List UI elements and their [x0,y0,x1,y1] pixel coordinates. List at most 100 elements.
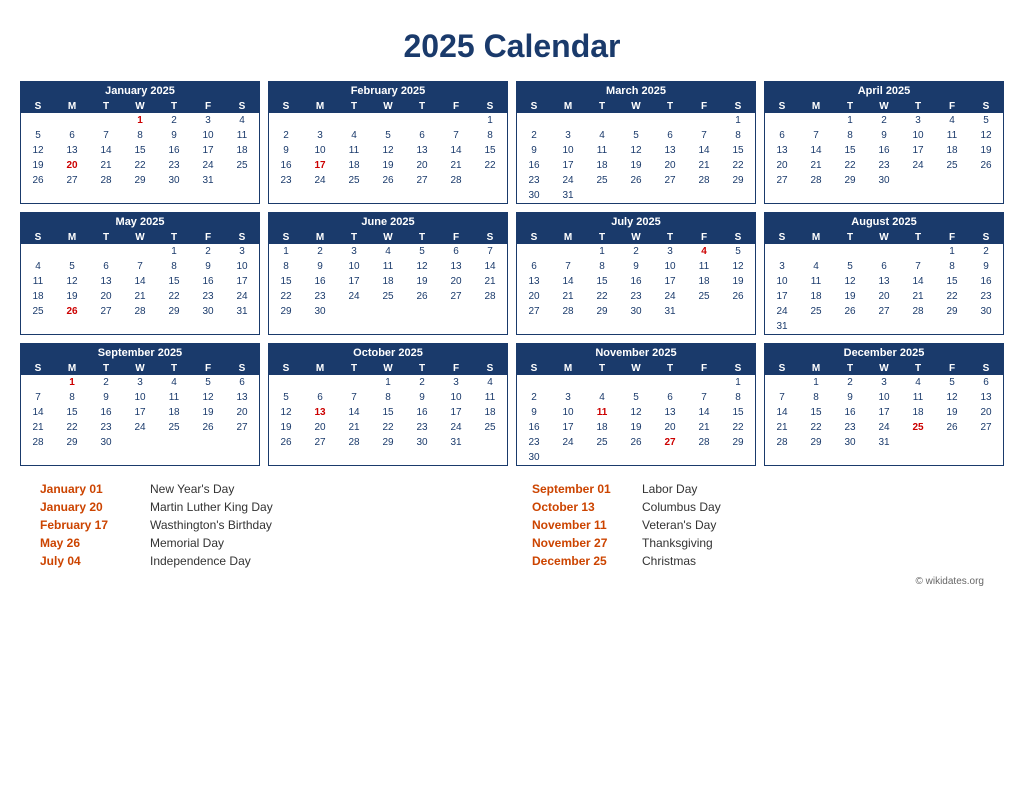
day-cell [157,435,191,450]
day-cell: 30 [517,188,551,203]
day-cell: 25 [687,289,721,304]
day-header: T [901,231,935,244]
day-cell: 18 [935,143,969,158]
month-table: SMTWTFS123456789101112131415161718192021… [269,231,507,319]
copyright: © wikidates.org [20,576,1004,587]
day-cell: 10 [551,405,585,420]
day-header: M [55,231,89,244]
month-block: July 2025SMTWTFS123456789101112131415161… [516,212,756,335]
day-header: T [585,231,619,244]
day-cell [901,244,935,259]
day-cell: 14 [123,274,157,289]
day-cell: 27 [765,173,799,188]
holiday-name: Columbus Day [642,500,721,514]
day-cell: 11 [585,405,619,420]
day-header: W [619,362,653,375]
day-cell: 30 [833,435,867,450]
day-cell: 20 [225,405,259,420]
day-header: T [833,362,867,375]
day-cell: 16 [517,158,551,173]
day-cell: 26 [833,304,867,319]
day-cell: 23 [89,420,123,435]
month-block: December 2025SMTWTFS12345678910111213141… [764,343,1004,466]
day-cell: 6 [405,128,439,143]
holiday-row: October 13Columbus Day [532,500,984,514]
day-cell: 20 [89,289,123,304]
day-cell [405,304,439,319]
day-cell [191,435,225,450]
day-cell: 18 [585,420,619,435]
day-cell: 23 [619,289,653,304]
day-cell [269,113,303,128]
day-cell: 23 [517,173,551,188]
day-cell: 21 [123,289,157,304]
day-cell [225,173,259,188]
day-cell: 7 [439,128,473,143]
day-header: S [765,362,799,375]
day-cell: 17 [765,289,799,304]
day-cell: 28 [901,304,935,319]
day-cell: 30 [619,304,653,319]
day-header: S [721,100,755,113]
day-cell: 29 [157,304,191,319]
day-cell: 4 [901,375,935,390]
day-cell: 27 [405,173,439,188]
day-cell [619,113,653,128]
day-cell [473,435,507,450]
day-cell: 22 [833,158,867,173]
day-cell: 17 [653,274,687,289]
holiday-row: May 26Memorial Day [40,536,492,550]
day-cell [21,375,55,390]
day-cell: 6 [765,128,799,143]
day-cell: 28 [337,435,371,450]
day-header: W [123,231,157,244]
day-cell: 29 [799,435,833,450]
day-cell: 23 [405,420,439,435]
day-cell: 8 [269,259,303,274]
day-cell: 1 [123,113,157,128]
day-cell [55,113,89,128]
day-cell: 18 [225,143,259,158]
day-cell: 4 [157,375,191,390]
day-cell: 6 [517,259,551,274]
holiday-row: December 25Christmas [532,554,984,568]
day-header: S [765,100,799,113]
day-cell: 29 [935,304,969,319]
day-cell: 28 [687,173,721,188]
day-cell: 11 [337,143,371,158]
day-cell: 8 [123,128,157,143]
day-cell [619,188,653,203]
day-header: M [551,100,585,113]
day-header: W [619,100,653,113]
day-cell: 24 [653,289,687,304]
day-cell: 16 [269,158,303,173]
holiday-date: May 26 [40,536,150,550]
day-header: W [619,231,653,244]
day-cell: 23 [969,289,1003,304]
day-cell: 11 [371,259,405,274]
day-cell: 13 [653,405,687,420]
day-header: S [269,100,303,113]
holiday-date: November 27 [532,536,642,550]
day-cell: 3 [551,390,585,405]
holiday-name: Wasthington's Birthday [150,518,272,532]
day-cell: 10 [337,259,371,274]
day-cell: 21 [473,274,507,289]
day-cell: 28 [89,173,123,188]
holiday-row: February 17Wasthington's Birthday [40,518,492,532]
day-cell: 18 [337,158,371,173]
day-cell: 19 [619,158,653,173]
day-cell: 14 [89,143,123,158]
day-cell: 22 [123,158,157,173]
day-cell: 26 [191,420,225,435]
day-header: M [55,100,89,113]
day-header: F [935,100,969,113]
day-header: S [21,100,55,113]
day-cell: 2 [833,375,867,390]
day-cell: 21 [799,158,833,173]
day-cell [653,450,687,465]
day-cell: 6 [867,259,901,274]
day-header: F [687,231,721,244]
holiday-row: November 27Thanksgiving [532,536,984,550]
day-cell: 3 [551,128,585,143]
